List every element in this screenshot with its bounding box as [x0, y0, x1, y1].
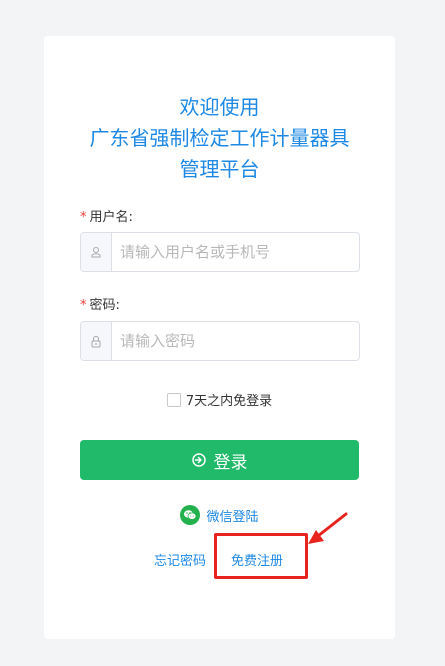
required-mark: * — [80, 298, 87, 313]
login-card: 欢迎使用 广东省强制检定工作计量器具 管理平台 *用户名: *密码: — [44, 36, 395, 639]
annotation-box — [214, 533, 308, 579]
user-icon — [81, 233, 112, 271]
login-button-label: 登录 — [213, 452, 248, 473]
title-line-2: 广东省强制检定工作计量器具 — [89, 126, 350, 150]
remember-checkbox[interactable] — [166, 392, 181, 407]
lock-icon — [81, 322, 112, 360]
required-mark: * — [80, 210, 87, 225]
wechat-login-label: 微信登陆 — [206, 509, 259, 525]
password-label-text: 密码: — [89, 298, 120, 313]
username-label-text: 用户名: — [89, 210, 133, 225]
username-input[interactable] — [112, 233, 359, 271]
login-icon — [191, 453, 206, 467]
forgot-password-link[interactable]: 忘记密码 — [154, 550, 206, 569]
password-label: * 密码: — [80, 294, 120, 313]
annotation-arrow-icon — [308, 512, 348, 544]
username-field[interactable] — [80, 232, 360, 272]
page-title: 欢迎使用 广东省强制检定工作计量器具 管理平台 — [44, 92, 395, 185]
remember-label: 7天之内免登录 — [185, 394, 273, 409]
wechat-icon — [180, 505, 201, 525]
username-label: * 用户名: — [80, 206, 133, 225]
login-button[interactable]: 登录 — [80, 440, 359, 480]
password-input[interactable] — [112, 322, 359, 360]
title-line-3: 管理平台 — [179, 157, 260, 181]
password-field[interactable] — [80, 321, 360, 361]
remember-me[interactable]: 7天之内免登录 — [44, 390, 395, 409]
title-line-1: 欢迎使用 — [179, 95, 260, 119]
